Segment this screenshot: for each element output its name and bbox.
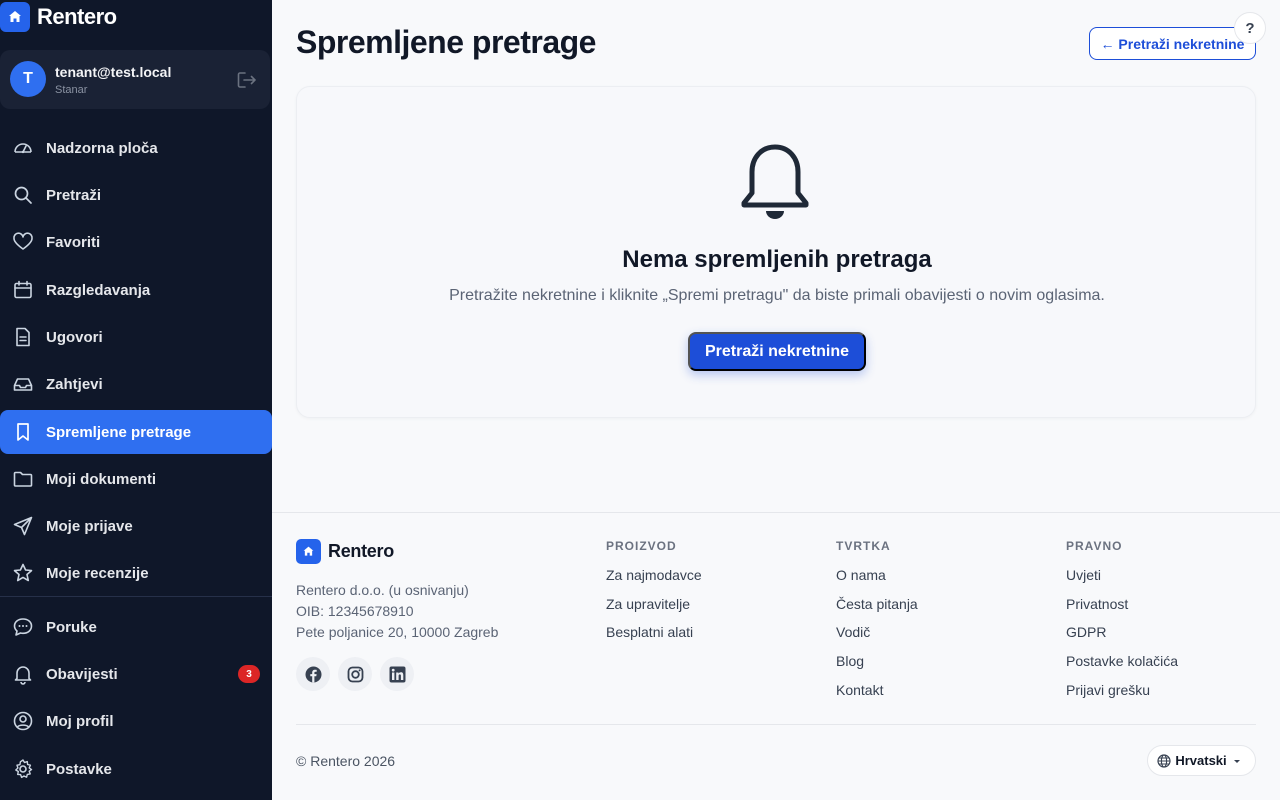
empty-state-card: Nema spremljenih pretraga Pretražite nek… <box>296 86 1256 418</box>
calendar-icon <box>14 280 32 299</box>
footer-link[interactable]: Prijavi grešku <box>1066 682 1150 698</box>
inbox-icon <box>13 378 33 391</box>
search-properties-button[interactable]: Pretraži nekretnine <box>688 332 866 371</box>
sidebar-item-label: Moje recenzije <box>46 564 149 582</box>
sidebar-item-dashboard[interactable]: Nadzorna ploča <box>0 126 272 170</box>
linkedin-icon[interactable] <box>380 657 414 691</box>
dashboard-icon <box>14 143 32 154</box>
sidebar-item-label: Poruke <box>46 618 97 636</box>
caret-down-icon <box>1233 759 1240 763</box>
heart-icon <box>13 232 33 250</box>
footer-link[interactable]: O nama <box>836 567 886 583</box>
facebook-icon[interactable] <box>296 657 330 691</box>
sidebar-item-search[interactable]: Pretraži <box>0 173 272 217</box>
search-icon <box>14 186 32 204</box>
sidebar-item-favorites[interactable]: Favoriti <box>0 220 272 264</box>
social-links <box>296 657 422 691</box>
sidebar-item-label: Spremljene pretrage <box>46 423 192 441</box>
sidebar-item-requests[interactable]: Zahtjevi <box>0 362 272 406</box>
language-selector[interactable]: Hrvatski <box>1147 745 1256 776</box>
document-icon <box>16 327 30 347</box>
company-oib: OIB: 12345678910 <box>296 603 414 619</box>
sidebar-item-label: Moj profil <box>46 712 114 730</box>
user-role: Stanar <box>55 84 88 96</box>
footer-link[interactable]: Za najmodavce <box>606 567 702 583</box>
logout-icon[interactable] <box>236 70 258 90</box>
sidebar-item-messages[interactable]: Poruke <box>0 605 272 649</box>
sidebar-item-label: Favoriti <box>46 233 101 251</box>
sidebar-item-my-profile[interactable]: Moj profil <box>0 699 272 743</box>
sidebar-item-label: Pretraži <box>46 186 102 204</box>
empty-state-text: Pretražite nekretnine i kliknite „Spremi… <box>449 287 1105 304</box>
footer-link[interactable]: Privatnost <box>1066 596 1128 612</box>
sidebar-item-label: Moje prijave <box>46 517 133 535</box>
footer-link[interactable]: Postavke kolačića <box>1066 653 1178 669</box>
copyright: © Rentero 2026 <box>296 753 396 769</box>
bell-icon <box>741 144 809 219</box>
page-title: Spremljene pretrage <box>296 24 596 60</box>
sidebar-item-label: Razgledavanja <box>46 281 151 299</box>
footer-heading-legal: PRAVNO <box>1066 539 1123 553</box>
footer-link[interactable]: Za upravitelje <box>606 596 690 612</box>
sidebar-item-my-documents[interactable]: Moji dokumenti <box>0 457 272 501</box>
footer-brand[interactable]: Rentero <box>296 539 394 564</box>
avatar: T <box>10 61 46 97</box>
footer-heading-product: PROIZVOD <box>606 539 677 553</box>
company-address: Pete poljanice 20, 10000 Zagreb <box>296 624 499 640</box>
footer-link[interactable]: GDPR <box>1066 624 1106 640</box>
footer-link[interactable]: Vodič <box>836 624 870 640</box>
company-name: Rentero d.o.o. (u osnivanju) <box>296 582 469 598</box>
notification-badge: 3 <box>238 665 260 683</box>
brand-name: Rentero <box>37 4 117 29</box>
footer-brand-name: Rentero <box>328 541 394 561</box>
footer-link[interactable]: Kontakt <box>836 682 883 698</box>
sidebar-item-viewings[interactable]: Razgledavanja <box>0 268 272 312</box>
sidebar-item-notifications[interactable]: Obavijesti 3 <box>0 652 272 696</box>
footer-link[interactable]: Blog <box>836 653 864 669</box>
sidebar-item-label: Nadzorna ploča <box>46 139 158 157</box>
folder-icon <box>13 471 33 487</box>
footer-link[interactable]: Uvjeti <box>1066 567 1101 583</box>
home-icon <box>0 2 30 32</box>
footer-divider <box>296 724 1256 725</box>
bookmark-icon <box>17 423 29 441</box>
sidebar: Rentero T tenant@test.local Stanar Nadzo… <box>0 0 272 800</box>
sidebar-item-label: Ugovori <box>46 328 103 346</box>
footer-link[interactable]: Besplatni alati <box>606 624 693 640</box>
help-button[interactable]: ? <box>1234 12 1266 44</box>
language-label: Hrvatski <box>1175 753 1227 768</box>
instagram-icon[interactable] <box>338 657 372 691</box>
sidebar-item-my-reviews[interactable]: Moje recenzije <box>0 551 272 595</box>
user-circle-icon <box>13 711 33 731</box>
sidebar-item-label: Zahtjevi <box>46 375 103 393</box>
bell-icon <box>14 666 32 685</box>
home-icon <box>296 539 321 564</box>
sidebar-item-label: Obavijesti <box>46 665 118 683</box>
footer-link[interactable]: Česta pitanja <box>836 596 918 612</box>
chat-icon <box>13 618 33 636</box>
footer: Rentero Rentero d.o.o. (u osnivanju) OIB… <box>272 512 1280 800</box>
user-email: tenant@test.local <box>55 64 172 80</box>
sidebar-item-my-applications[interactable]: Moje prijave <box>0 504 272 548</box>
footer-heading-company: TVRTKA <box>836 539 891 553</box>
star-icon <box>13 563 33 582</box>
sidebar-divider <box>0 596 272 597</box>
globe-icon <box>1157 753 1171 768</box>
sidebar-item-settings[interactable]: Postavke <box>0 747 272 791</box>
user-card: T tenant@test.local Stanar <box>0 50 270 109</box>
sidebar-item-label: Moji dokumenti <box>46 470 156 488</box>
empty-state-title: Nema spremljenih pretraga <box>622 246 932 273</box>
sidebar-item-saved-searches[interactable]: Spremljene pretrage <box>0 410 272 454</box>
gear-icon <box>15 759 33 779</box>
sidebar-item-contracts[interactable]: Ugovori <box>0 315 272 359</box>
brand[interactable]: Rentero <box>0 0 117 34</box>
send-icon <box>13 516 33 536</box>
sidebar-item-label: Postavke <box>46 760 112 778</box>
back-to-search-button[interactable]: ← Pretraži nekretnine <box>1089 27 1256 60</box>
